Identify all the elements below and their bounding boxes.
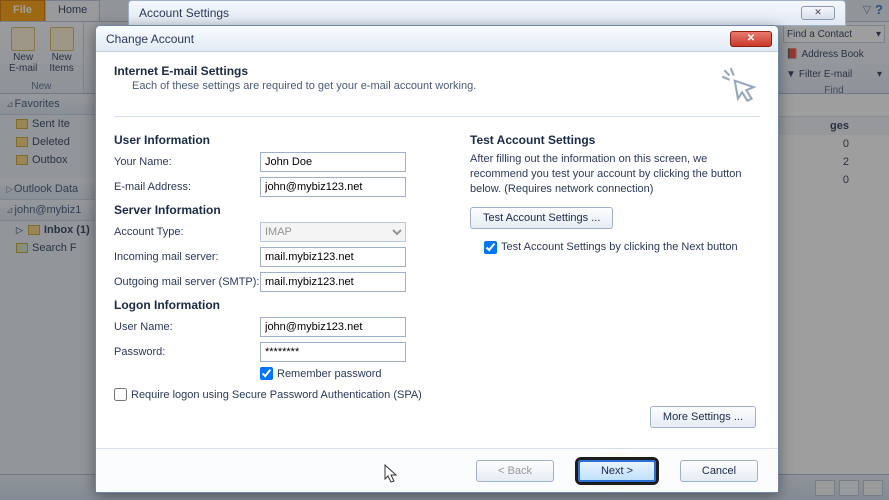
dialog-banner: Internet E-mail Settings Each of these s… <box>114 60 760 117</box>
label-your-name: Your Name: <box>114 156 260 168</box>
account-settings-window: Account Settings ✕ <box>128 0 846 26</box>
section-logon-info: Logon Information <box>114 298 452 312</box>
username-field[interactable] <box>260 317 406 337</box>
next-button[interactable]: Next > <box>578 460 656 482</box>
banner-title: Internet E-mail Settings <box>114 64 718 78</box>
close-icon[interactable]: ✕ <box>730 31 772 47</box>
spa-label: Require logon using Secure Password Auth… <box>131 389 422 401</box>
test-on-next-checkbox[interactable] <box>484 241 497 254</box>
incoming-server-field[interactable] <box>260 247 406 267</box>
label-account-type: Account Type: <box>114 226 260 238</box>
label-email: E-mail Address: <box>114 181 260 193</box>
remember-password-checkbox[interactable] <box>260 367 273 380</box>
label-incoming: Incoming mail server: <box>114 251 260 263</box>
window-title: Account Settings <box>139 6 229 20</box>
change-account-dialog: Change Account ✕ Internet E-mail Setting… <box>95 25 779 493</box>
your-name-field[interactable] <box>260 152 406 172</box>
password-field[interactable] <box>260 342 406 362</box>
account-type-select: IMAP <box>260 222 406 242</box>
more-settings-button[interactable]: More Settings ... <box>650 406 756 428</box>
cancel-button[interactable]: Cancel <box>680 460 758 482</box>
section-server-info: Server Information <box>114 203 452 217</box>
test-on-next-label: Test Account Settings by clicking the Ne… <box>501 241 738 253</box>
outgoing-server-field[interactable] <box>260 272 406 292</box>
cursor-icon <box>384 464 398 484</box>
back-button: < Back <box>476 460 554 482</box>
form-left-column: User Information Your Name: E-mail Addre… <box>114 127 452 401</box>
spa-checkbox[interactable] <box>114 388 127 401</box>
dialog-titlebar: Change Account ✕ <box>96 26 778 52</box>
cursor-click-icon <box>718 64 760 106</box>
test-description: After filling out the information on thi… <box>470 152 760 197</box>
label-password: Password: <box>114 346 260 358</box>
banner-subtitle: Each of these settings are required to g… <box>132 80 718 92</box>
email-field[interactable] <box>260 177 406 197</box>
remember-password-label: Remember password <box>277 368 382 380</box>
form-right-column: Test Account Settings After filling out … <box>470 127 760 401</box>
label-username: User Name: <box>114 321 260 333</box>
close-button[interactable]: ✕ <box>801 6 835 20</box>
section-test: Test Account Settings <box>470 133 760 147</box>
label-outgoing: Outgoing mail server (SMTP): <box>114 276 260 288</box>
dialog-title: Change Account <box>106 32 194 46</box>
section-user-info: User Information <box>114 133 452 147</box>
dialog-footer: < Back Next > Cancel <box>96 448 778 492</box>
test-account-button[interactable]: Test Account Settings ... <box>470 207 613 229</box>
